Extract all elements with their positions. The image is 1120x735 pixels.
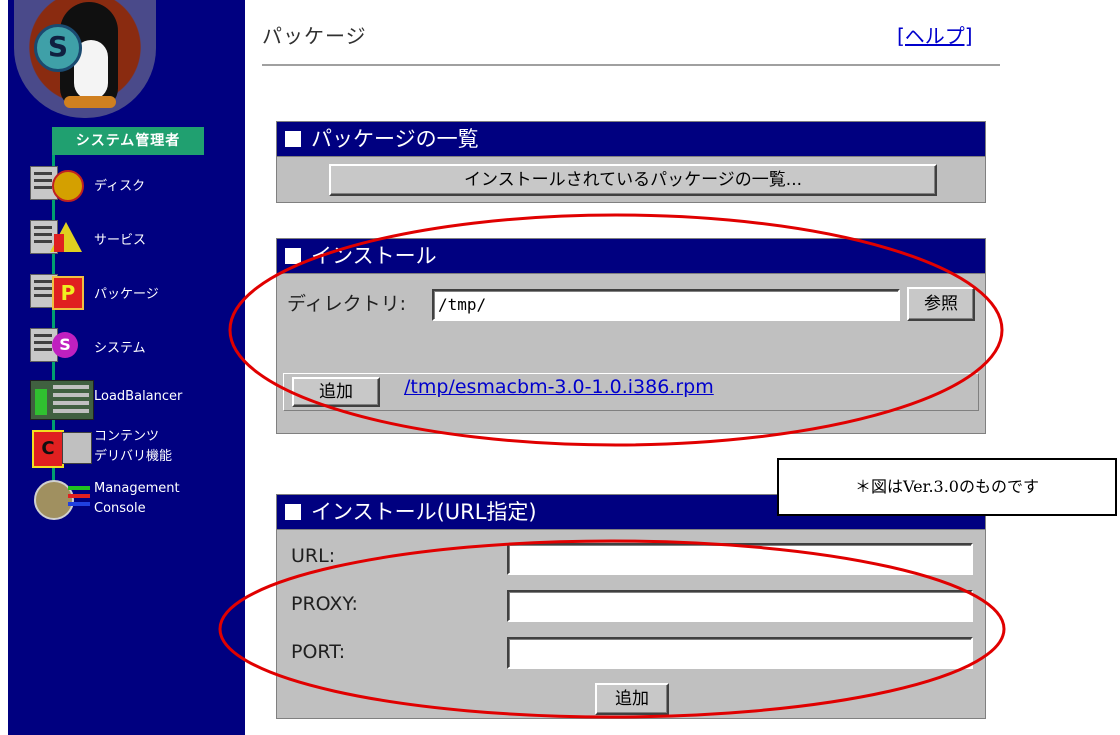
url-input[interactable] <box>507 543 973 575</box>
sidebar-item-contents-delivery[interactable]: C コンテンツ デリバリ機能 <box>26 424 236 472</box>
sidebar-item-management-console[interactable]: Management Console <box>26 476 236 524</box>
square-icon <box>285 504 301 520</box>
sidebar-item-service[interactable]: サービス <box>26 214 236 262</box>
system-icon: S <box>28 324 92 364</box>
disk-icon <box>28 162 92 202</box>
help-link[interactable]: [ヘルプ] <box>897 20 973 49</box>
sidebar-item-package[interactable]: P パッケージ <box>26 268 236 316</box>
package-list-header: パッケージの一覧 <box>277 122 985 157</box>
install-heading: インストール <box>311 244 437 268</box>
list-installed-packages-button[interactable]: インストールされているパッケージの一覧... <box>329 164 937 196</box>
admin-label: システム管理者 <box>52 127 204 155</box>
sidebar-item-label: サービス <box>94 233 147 248</box>
proxy-label: PROXY: <box>291 593 358 615</box>
port-label: PORT: <box>291 641 346 663</box>
install-url-add-button[interactable]: 追加 <box>595 683 669 715</box>
sidebar-item-label: ディスク <box>94 179 146 194</box>
logo-badge: S <box>34 24 82 72</box>
sidebar-item-loadbalancer[interactable]: LoadBalancer <box>26 374 236 422</box>
install-header: インストール <box>277 239 985 274</box>
browse-button[interactable]: 参照 <box>907 287 975 321</box>
package-file-link[interactable]: /tmp/esmacbm-3.0-1.0.i386.rpm <box>404 376 714 398</box>
sidebar-item-system[interactable]: S システム <box>26 322 236 370</box>
install-add-button[interactable]: 追加 <box>292 377 380 407</box>
install-file-row: 追加 /tmp/esmacbm-3.0-1.0.i386.rpm <box>283 373 979 411</box>
sidebar-item-label: システム <box>94 341 146 356</box>
install-url-heading: インストール(URL指定) <box>311 500 537 524</box>
penguin-feet <box>64 96 116 108</box>
install-url-panel: インストール(URL指定) URL: PROXY: PORT: 追加 <box>276 494 986 719</box>
package-icon: P <box>28 270 92 310</box>
package-list-heading: パッケージの一覧 <box>311 127 479 151</box>
page-title: パッケージ <box>262 24 367 48</box>
service-icon <box>28 216 92 256</box>
package-list-panel: パッケージの一覧 インストールされているパッケージの一覧... <box>276 121 986 203</box>
sidebar-item-label: LoadBalancer <box>94 389 183 404</box>
contents-delivery-icon: C <box>28 426 92 468</box>
square-icon <box>285 248 301 264</box>
sidebar-item-label: パッケージ <box>94 287 159 302</box>
proxy-input[interactable] <box>507 590 973 622</box>
directory-input[interactable]: /tmp/ <box>432 289 900 321</box>
install-panel: インストール ディレクトリ: /tmp/ 参照 追加 /tmp/esmacbm-… <box>276 238 986 434</box>
directory-label: ディレクトリ: <box>287 293 407 315</box>
version-note: ＊図はVer.3.0のものです <box>777 458 1117 516</box>
port-input[interactable] <box>507 637 973 669</box>
sidebar-item-label: Management Console <box>94 481 180 516</box>
sidebar-item-label: コンテンツ デリバリ機能 <box>94 429 173 464</box>
url-label: URL: <box>291 545 336 567</box>
title-divider <box>262 64 1000 66</box>
loadbalancer-icon <box>28 376 94 420</box>
square-icon <box>285 131 301 147</box>
management-console-icon <box>28 478 92 520</box>
sidebar-item-disk[interactable]: ディスク <box>26 160 236 208</box>
